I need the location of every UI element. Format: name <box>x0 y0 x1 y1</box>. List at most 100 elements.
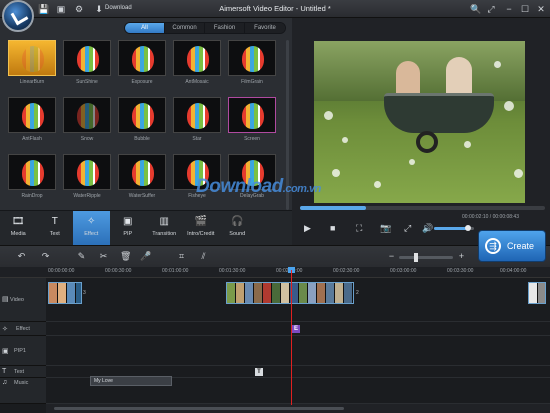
effect-thumbnail <box>63 97 111 133</box>
preview-panel: 00:00:02:10 / 00:00:08:43 ▶ ■ ⛶ 📷 ⤢ 🔊 <box>292 18 550 245</box>
undo-icon[interactable]: ↶ <box>16 251 27 262</box>
tab-text[interactable]: T Text <box>37 211 74 246</box>
effect-item[interactable]: Snow <box>63 97 113 142</box>
title-bar: 💾 ▣ ⚙ ⬇ Download Aimersoft Video Editor … <box>0 0 550 18</box>
effect-thumbnail <box>173 97 221 133</box>
timeline-ruler[interactable]: 00:00:00:00 00:00:30:00 00:01:00:00 00:0… <box>0 267 550 278</box>
effect-item[interactable]: Bubble <box>118 97 168 142</box>
timecode: 00:00:02:10 / 00:00:08:43 <box>462 214 519 220</box>
track-label: Text <box>14 369 25 375</box>
effect-item[interactable]: AntFlash <box>8 97 58 142</box>
ruler-tick: 00:01:00:00 <box>162 268 189 274</box>
wheelbarrow <box>384 93 494 133</box>
track-label: Effect <box>16 326 30 332</box>
delete-icon[interactable]: 🗑 <box>120 251 131 262</box>
fullscreen-icon[interactable]: ⛶ <box>356 223 362 234</box>
scrollbar-thumb[interactable] <box>54 407 344 410</box>
effect-item[interactable]: Star <box>173 97 223 142</box>
watermark: Download.com.vn <box>196 176 321 197</box>
effect-track[interactable]: E <box>46 322 550 336</box>
microphone-icon[interactable]: 🎤 <box>140 251 151 262</box>
zoom-knob[interactable] <box>414 253 418 262</box>
clip-count: 3 <box>83 290 86 296</box>
pip-icon: ▣ <box>123 216 133 227</box>
music-clip[interactable]: My Love <box>90 376 172 386</box>
effect-item[interactable]: FilmGrain <box>228 40 278 85</box>
effect-item[interactable]: WaterSuffer <box>118 154 168 199</box>
snapshot-icon[interactable]: 📷 <box>380 223 391 234</box>
film-icon: 🎞 <box>11 216 25 227</box>
tab-all[interactable]: All <box>125 23 165 33</box>
effect-label: Screen <box>244 136 260 142</box>
effect-thumbnail <box>8 97 56 133</box>
effect-item[interactable]: Exposure <box>118 40 168 85</box>
effect-thumbnail <box>228 40 276 76</box>
ruler-tick: 00:02:30:00 <box>333 268 360 274</box>
create-button[interactable]: ⇶ Create <box>478 230 546 262</box>
effect-item[interactable]: LinearBurn <box>8 40 58 85</box>
maximize-button[interactable]: ☐ <box>520 4 530 14</box>
text-marker[interactable]: T <box>255 368 263 376</box>
tab-label: Transition <box>152 231 177 237</box>
music-track[interactable]: My Love <box>46 376 550 404</box>
expand-icon[interactable]: ⤢ <box>404 223 411 234</box>
edit-icon[interactable]: ✎ <box>76 251 87 262</box>
effect-label: WaterRipple <box>73 193 101 199</box>
tab-effect[interactable]: ✧ Effect <box>73 211 110 246</box>
search-icon[interactable]: 🔍 <box>470 4 481 14</box>
tab-pip[interactable]: ▣ PIP <box>110 211 147 246</box>
tab-transition[interactable]: ▥ Transition <box>146 211 183 246</box>
effect-item[interactable]: AntMosaic <box>173 40 223 85</box>
tab-label: Sound <box>229 231 246 237</box>
create-label: Create <box>507 241 535 251</box>
video-clip[interactable] <box>48 282 82 304</box>
play-button[interactable]: ▶ <box>304 223 311 234</box>
video-track[interactable]: 3 2 <box>46 278 550 322</box>
stop-button[interactable]: ■ <box>330 223 335 233</box>
volume-icon[interactable]: 🔊 <box>422 223 433 234</box>
effect-thumbnail <box>118 97 166 133</box>
track-header-music: ♫ Music <box>0 378 46 404</box>
playhead[interactable] <box>291 270 292 405</box>
effect-thumbnail <box>63 154 111 190</box>
playback-progress[interactable] <box>300 206 545 210</box>
timeline-tracks: ▤ Video 3 2 ✧ Effect E ▣ PIP1 T Text T ♫… <box>0 278 550 404</box>
tab-media[interactable]: 🎞 Media <box>0 211 37 246</box>
text-icon: T <box>2 368 7 375</box>
video-clip[interactable] <box>226 282 354 304</box>
split-icon[interactable]: ⫽ <box>198 251 209 262</box>
zoom-in-icon[interactable]: + <box>456 251 467 262</box>
effect-thumbnail <box>8 154 56 190</box>
effect-item[interactable]: RainDrop <box>8 154 58 199</box>
cut-icon[interactable]: ✂ <box>98 251 109 262</box>
effect-label: AntMosaic <box>185 79 209 85</box>
timeline-scrollbar[interactable] <box>46 404 550 413</box>
zoom-slider[interactable] <box>399 253 453 262</box>
tab-sound[interactable]: 🎧 Sound <box>219 211 256 246</box>
effect-item[interactable]: Screen <box>228 97 278 142</box>
tab-label: Effect <box>84 231 99 237</box>
effect-label: WaterSuffer <box>128 193 156 199</box>
minimize-button[interactable]: − <box>504 4 514 14</box>
effect-item[interactable]: SunShine <box>63 40 113 85</box>
tab-fashion[interactable]: Fashion <box>205 23 245 33</box>
redo-icon[interactable]: ↷ <box>40 251 51 262</box>
effect-item[interactable]: WaterRipple <box>63 154 113 199</box>
crop-icon[interactable]: ⌗ <box>176 251 187 262</box>
tab-common[interactable]: Common <box>165 23 205 33</box>
clapper-icon: 🎬 <box>194 216 207 227</box>
expand-icon[interactable]: ⤢ <box>486 4 496 14</box>
track-label: Music <box>14 380 29 386</box>
zoom-out-icon[interactable]: − <box>386 251 397 262</box>
close-button[interactable]: ✕ <box>536 4 546 14</box>
tab-label: Text <box>49 231 60 237</box>
pip-track[interactable] <box>46 336 550 366</box>
track-label: PIP1 <box>14 348 26 354</box>
tab-intro-credit[interactable]: 🎬 Intro/Credit <box>183 211 220 246</box>
tab-favorite[interactable]: Favorite <box>245 23 285 33</box>
child-figure <box>396 61 420 97</box>
volume-slider[interactable] <box>434 225 474 231</box>
effect-marker[interactable]: E <box>292 325 300 333</box>
tab-label: Intro/Credit <box>187 231 215 237</box>
video-clip[interactable] <box>528 282 546 304</box>
